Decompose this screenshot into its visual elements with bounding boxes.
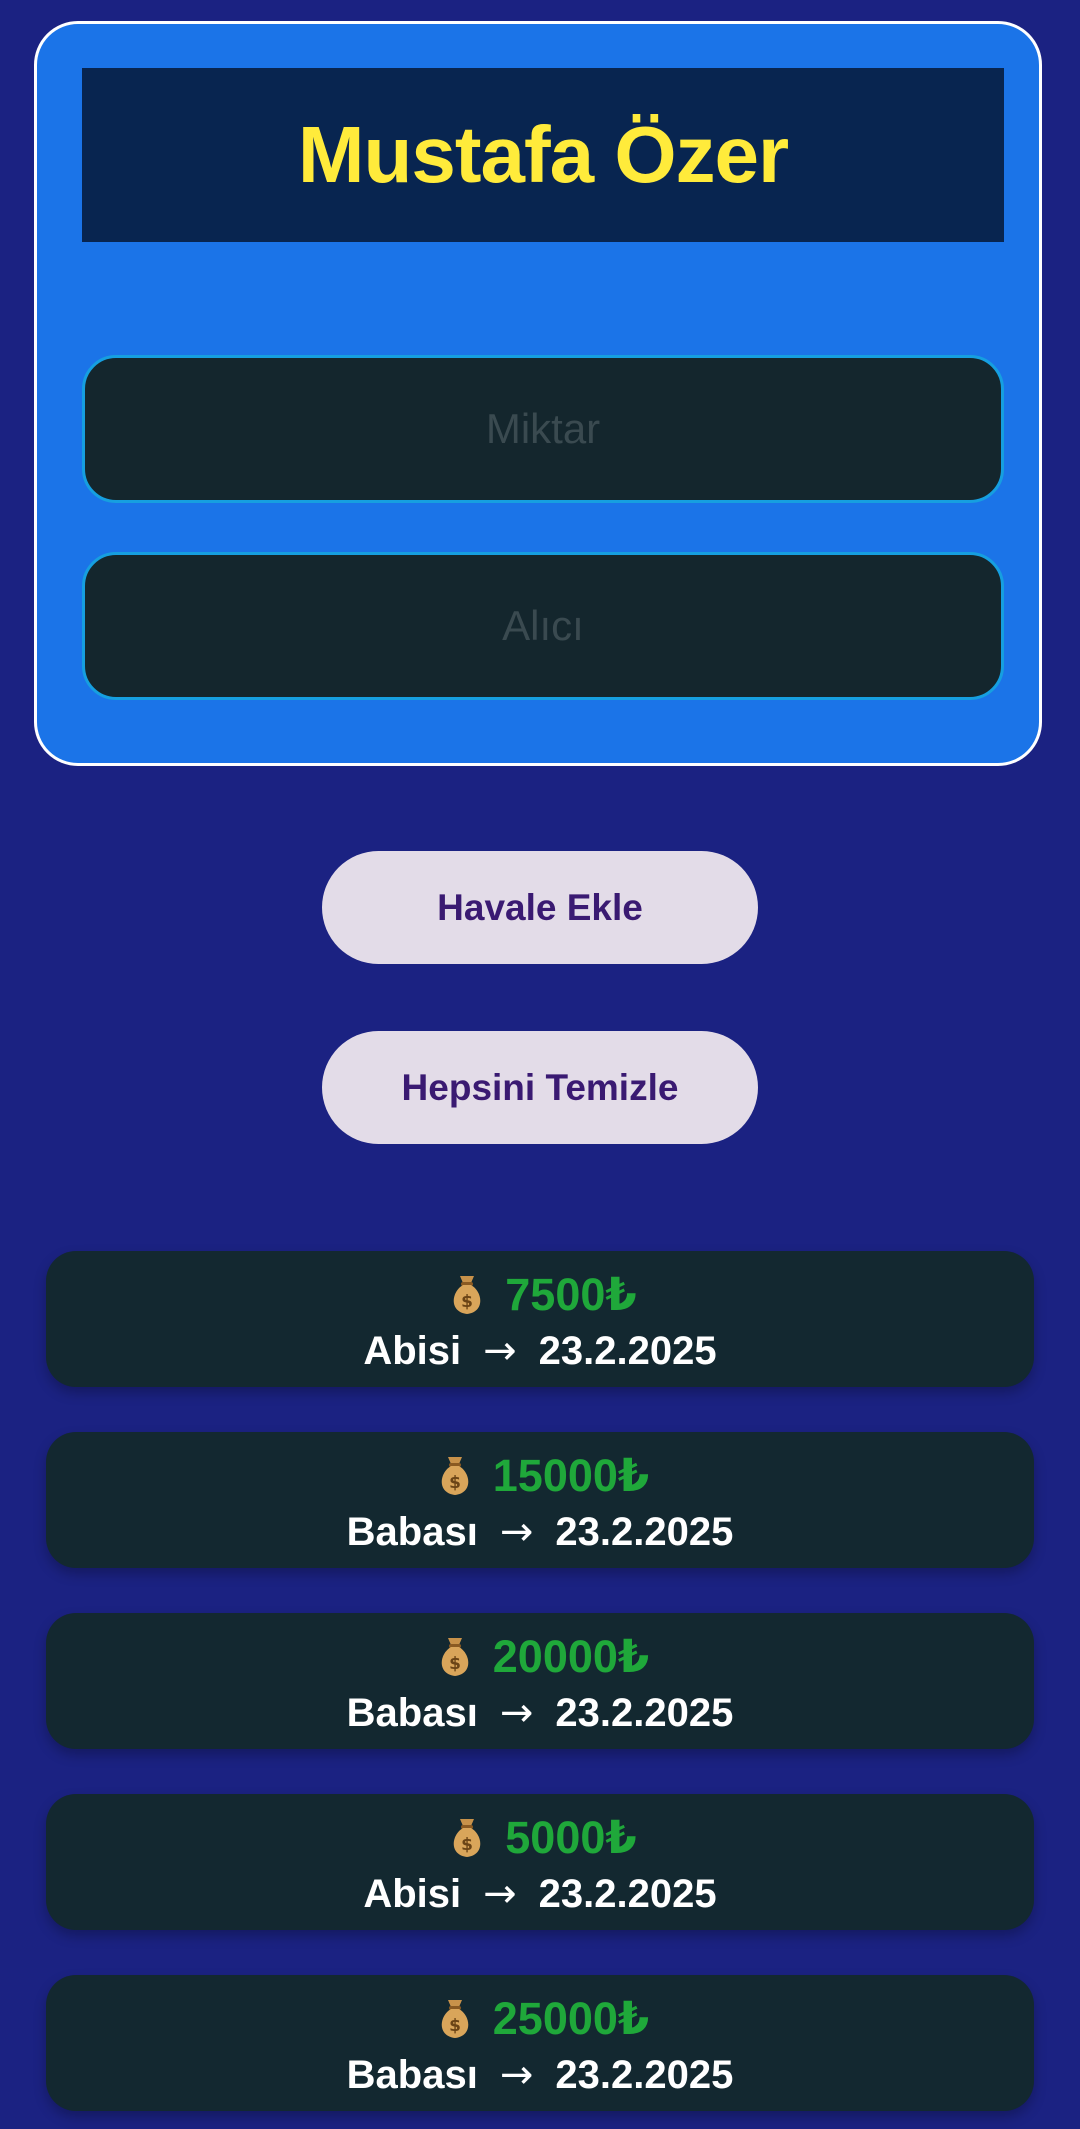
transfer-date: 23.2.2025	[555, 2052, 734, 2097]
transfer-item: $ 7500₺ Abisi → 23.2.2025	[46, 1251, 1034, 1387]
transfer-date: 23.2.2025	[555, 1509, 734, 1554]
transfer-item: $ 20000₺ Babası → 23.2.2025	[46, 1613, 1034, 1749]
transfer-date: 23.2.2025	[538, 1328, 717, 1373]
svg-text:$: $	[449, 1654, 461, 1674]
page-title: Mustafa Özer	[297, 110, 789, 199]
arrow-right-icon: →	[483, 1328, 517, 1374]
svg-text:$: $	[461, 1292, 473, 1312]
transfer-amount: 5000₺	[505, 1811, 637, 1863]
transfer-item: $ 25000₺ Babası → 23.2.2025	[46, 1975, 1034, 2111]
transfer-amount: 15000₺	[492, 1449, 650, 1501]
transfer-recipient: Babası	[346, 1690, 478, 1735]
arrow-right-icon: →	[483, 1871, 517, 1917]
recipient-input[interactable]	[82, 552, 1004, 700]
transfer-recipient: Babası	[346, 2052, 478, 2097]
transfer-amount: 7500₺	[505, 1268, 637, 1320]
arrow-right-icon: →	[499, 2052, 534, 2098]
transfer-recipient: Abisi	[363, 1871, 462, 1916]
money-bag-icon: $	[454, 1276, 481, 1314]
transfer-form-card: Mustafa Özer	[34, 21, 1042, 766]
transfer-amount: 25000₺	[492, 1992, 650, 2044]
transfer-amount: 20000₺	[492, 1630, 650, 1682]
svg-text:$: $	[449, 2016, 461, 2036]
money-bag-icon: $	[441, 1457, 469, 1495]
amount-input[interactable]	[82, 355, 1004, 503]
clear-all-button[interactable]: Hepsini Temizle	[322, 1031, 758, 1144]
money-bag-icon: $	[441, 2000, 469, 2038]
svg-text:$: $	[449, 1473, 461, 1493]
transfer-date: 23.2.2025	[555, 1690, 734, 1735]
money-bag-icon: $	[441, 1638, 469, 1676]
svg-text:$: $	[461, 1835, 473, 1855]
header-banner: Mustafa Özer	[82, 68, 1004, 242]
transfer-item: $ 15000₺ Babası → 23.2.2025	[46, 1432, 1034, 1568]
money-bag-icon: $	[454, 1819, 481, 1857]
transfer-recipient: Abisi	[363, 1328, 462, 1373]
arrow-right-icon: →	[499, 1690, 534, 1736]
transfer-item: $ 5000₺ Abisi → 23.2.2025	[46, 1794, 1034, 1930]
transfer-date: 23.2.2025	[538, 1871, 717, 1916]
transfer-recipient: Babası	[346, 1509, 478, 1554]
arrow-right-icon: →	[499, 1509, 534, 1555]
add-transfer-button[interactable]: Havale Ekle	[322, 851, 758, 964]
